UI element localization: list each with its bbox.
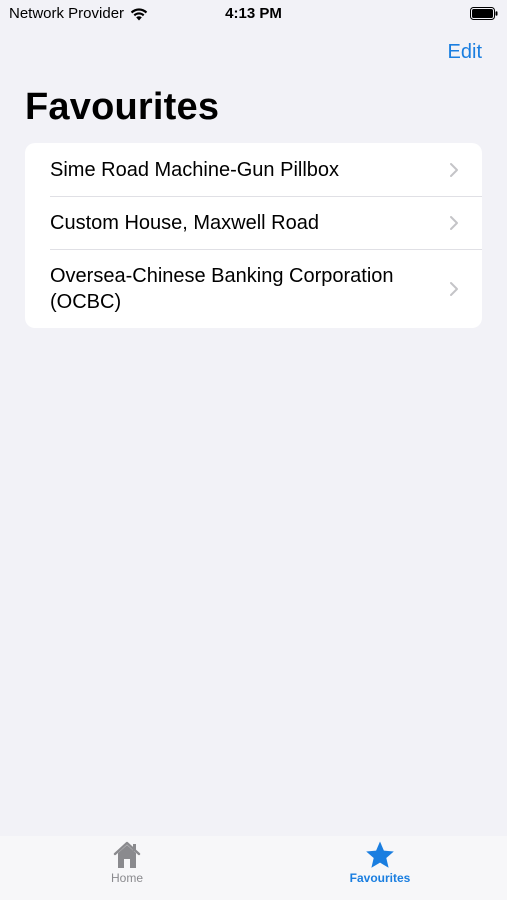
list-item[interactable]: Sime Road Machine-Gun Pillbox: [25, 143, 482, 196]
tab-home[interactable]: Home: [67, 840, 187, 885]
list-item-label: Sime Road Machine-Gun Pillbox: [50, 158, 340, 181]
tab-favourites[interactable]: Favourites: [320, 840, 440, 885]
list-item[interactable]: Oversea-Chinese Banking Corporation (OCB…: [25, 249, 482, 328]
edit-button[interactable]: Edit: [448, 41, 482, 64]
list-item-label: Custom House, Maxwell Road: [50, 211, 319, 234]
list-item-label: Oversea-Chinese Banking Corporation (OCB…: [50, 264, 394, 313]
tab-bar: Home Favourites: [0, 836, 507, 900]
list-item[interactable]: Custom House, Maxwell Road: [25, 196, 482, 249]
status-time: 4:13 PM: [225, 5, 282, 22]
tab-home-label: Home: [110, 871, 143, 885]
star-icon: [366, 841, 394, 868]
chevron-right-icon: [450, 215, 458, 230]
status-bar: Network Provider 4:13 PM: [0, 0, 507, 28]
house-icon: [113, 841, 141, 868]
favourites-list: Sime Road Machine-Gun Pillbox Custom Hou…: [25, 143, 482, 328]
battery-icon: [470, 7, 498, 20]
tab-favourites-label: Favourites: [349, 871, 411, 885]
chevron-right-icon: [450, 281, 458, 296]
page-title: Favourites: [25, 86, 220, 128]
chevron-right-icon: [450, 162, 458, 177]
